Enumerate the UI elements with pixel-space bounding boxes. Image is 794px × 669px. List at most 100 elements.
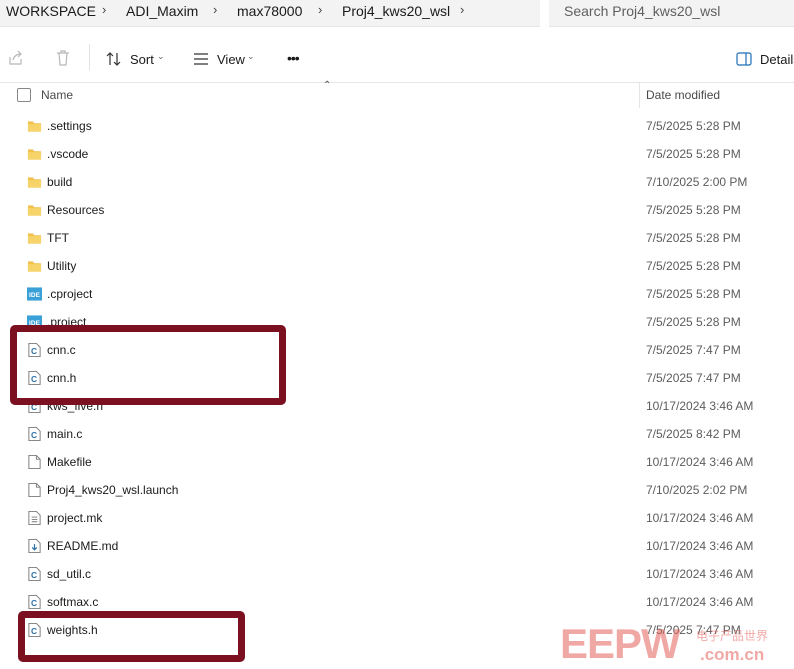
file-row[interactable]: README.md 10/17/2024 3:46 AM bbox=[0, 532, 794, 560]
svg-text:C: C bbox=[31, 402, 37, 412]
file-row[interactable]: build 7/10/2025 2:00 PM bbox=[0, 168, 794, 196]
svg-text:IDE: IDE bbox=[29, 292, 41, 299]
chevron-down-icon[interactable]: ⌄ bbox=[247, 51, 255, 62]
command-bar: Sort ⌄ View ⌄ ••• Details bbox=[0, 34, 794, 83]
details-pane-icon[interactable] bbox=[736, 52, 752, 66]
ide-file-icon: IDE bbox=[27, 315, 42, 329]
share-icon[interactable] bbox=[8, 50, 24, 66]
svg-text:C: C bbox=[31, 374, 37, 384]
column-date-modified[interactable]: Date modified bbox=[646, 88, 720, 102]
file-name[interactable]: .vscode bbox=[47, 147, 88, 161]
file-name[interactable]: Makefile bbox=[47, 455, 92, 469]
chevron-down-icon[interactable]: ⌄ bbox=[157, 51, 165, 62]
file-name[interactable]: cnn.h bbox=[47, 371, 76, 385]
folder-icon bbox=[27, 121, 42, 132]
c-file-icon: C bbox=[28, 426, 41, 442]
toolbar-divider bbox=[89, 44, 90, 70]
text-file-icon bbox=[28, 510, 41, 526]
c-file-icon: C bbox=[28, 342, 41, 358]
file-row[interactable]: TFT 7/5/2025 5:28 PM bbox=[0, 224, 794, 252]
c-file-icon: C bbox=[28, 398, 41, 414]
view-icon[interactable] bbox=[193, 52, 209, 66]
folder-icon bbox=[27, 205, 42, 216]
chevron-right-icon[interactable]: › bbox=[213, 2, 217, 17]
folder-icon bbox=[27, 261, 42, 272]
file-date-modified: 10/17/2024 3:46 AM bbox=[646, 511, 754, 525]
svg-text:C: C bbox=[31, 570, 37, 580]
search-placeholder[interactable]: Search Proj4_kws20_wsl bbox=[564, 3, 720, 19]
view-button[interactable]: View bbox=[217, 52, 245, 67]
file-date-modified: 10/17/2024 3:46 AM bbox=[646, 399, 754, 413]
breadcrumb-workspace[interactable]: WORKSPACE bbox=[6, 3, 96, 19]
breadcrumb-adi-maxim[interactable]: ADI_Maxim bbox=[126, 3, 198, 19]
column-separator[interactable] bbox=[639, 82, 640, 108]
file-name[interactable]: README.md bbox=[47, 539, 118, 553]
file-name[interactable]: .settings bbox=[47, 119, 92, 133]
file-row[interactable]: Ccnn.c 7/5/2025 7:47 PM bbox=[0, 336, 794, 364]
file-name[interactable]: softmax.c bbox=[47, 595, 98, 609]
file-row[interactable]: .settings 7/5/2025 5:28 PM bbox=[0, 112, 794, 140]
file-row[interactable]: Proj4_kws20_wsl.launch 7/10/2025 2:02 PM bbox=[0, 476, 794, 504]
file-name[interactable]: weights.h bbox=[47, 623, 98, 637]
svg-text:C: C bbox=[31, 598, 37, 608]
file-name[interactable]: sd_util.c bbox=[47, 567, 91, 581]
chevron-right-icon[interactable]: › bbox=[102, 2, 106, 17]
file-name[interactable]: main.c bbox=[47, 427, 82, 441]
file-date-modified: 7/5/2025 5:28 PM bbox=[646, 287, 741, 301]
file-name[interactable]: cnn.c bbox=[47, 343, 76, 357]
markdown-file-icon bbox=[28, 538, 41, 554]
file-date-modified: 7/10/2025 2:00 PM bbox=[646, 175, 748, 189]
folder-icon bbox=[27, 177, 42, 188]
file-name[interactable]: .cproject bbox=[47, 287, 92, 301]
file-date-modified: 10/17/2024 3:46 AM bbox=[646, 595, 754, 609]
file-name[interactable]: TFT bbox=[47, 231, 69, 245]
c-file-icon: C bbox=[28, 594, 41, 610]
file-date-modified: 7/5/2025 7:47 PM bbox=[646, 371, 741, 385]
details-button[interactable]: Details bbox=[760, 52, 794, 67]
file-date-modified: 7/5/2025 8:42 PM bbox=[646, 427, 741, 441]
svg-text:.com.cn: .com.cn bbox=[700, 645, 764, 664]
file-row[interactable]: Utility 7/5/2025 5:28 PM bbox=[0, 252, 794, 280]
watermark-logo: EEPW 电子产品世界 .com.cn bbox=[560, 618, 794, 667]
file-row[interactable]: Csd_util.c 10/17/2024 3:46 AM bbox=[0, 560, 794, 588]
file-row[interactable]: project.mk 10/17/2024 3:46 AM bbox=[0, 504, 794, 532]
file-name[interactable]: build bbox=[47, 175, 72, 189]
svg-text:EEPW: EEPW bbox=[560, 620, 681, 664]
chevron-right-icon[interactable]: › bbox=[318, 2, 322, 17]
file-row[interactable]: Makefile 10/17/2024 3:46 AM bbox=[0, 448, 794, 476]
search-box[interactable]: Search Proj4_kws20_wsl bbox=[549, 0, 794, 27]
file-row[interactable]: IDE .cproject 7/5/2025 5:28 PM bbox=[0, 280, 794, 308]
sort-button[interactable]: Sort bbox=[130, 52, 154, 67]
file-name[interactable]: Resources bbox=[47, 203, 104, 217]
chevron-right-icon[interactable]: › bbox=[460, 2, 464, 17]
file-row[interactable]: .vscode 7/5/2025 5:28 PM bbox=[0, 140, 794, 168]
address-bar[interactable]: WORKSPACE › ADI_Maxim › max78000 › Proj4… bbox=[0, 0, 540, 27]
breadcrumb-max78000[interactable]: max78000 bbox=[237, 3, 302, 19]
ide-file-icon: IDE bbox=[27, 287, 42, 301]
file-date-modified: 10/17/2024 3:46 AM bbox=[646, 539, 754, 553]
file-name[interactable]: Utility bbox=[47, 259, 76, 273]
select-all-checkbox[interactable] bbox=[17, 88, 31, 102]
file-row[interactable]: Ccnn.h 7/5/2025 7:47 PM bbox=[0, 364, 794, 392]
file-name[interactable]: project.mk bbox=[47, 511, 102, 525]
trash-icon[interactable] bbox=[55, 50, 71, 66]
file-row[interactable]: IDE .project 7/5/2025 5:28 PM bbox=[0, 308, 794, 336]
file-date-modified: 7/10/2025 2:02 PM bbox=[646, 483, 748, 497]
file-row[interactable]: Ckws_five.h 10/17/2024 3:46 AM bbox=[0, 392, 794, 420]
svg-text:C: C bbox=[31, 346, 37, 356]
file-row[interactable]: Csoftmax.c 10/17/2024 3:46 AM bbox=[0, 588, 794, 616]
column-header: Name ⌃ Date modified bbox=[0, 80, 794, 108]
file-name[interactable]: kws_five.h bbox=[47, 399, 103, 413]
breadcrumb-proj4[interactable]: Proj4_kws20_wsl bbox=[342, 3, 450, 19]
file-name[interactable]: Proj4_kws20_wsl.launch bbox=[47, 483, 178, 497]
more-options-button[interactable]: ••• bbox=[287, 50, 300, 66]
svg-text:C: C bbox=[31, 430, 37, 440]
file-row[interactable]: Resources 7/5/2025 5:28 PM bbox=[0, 196, 794, 224]
file-row[interactable]: Cmain.c 7/5/2025 8:42 PM bbox=[0, 420, 794, 448]
column-name[interactable]: Name bbox=[41, 88, 73, 102]
file-name[interactable]: .project bbox=[47, 315, 86, 329]
file-date-modified: 10/17/2024 3:46 AM bbox=[646, 455, 754, 469]
file-icon bbox=[28, 482, 41, 498]
sort-icon[interactable] bbox=[106, 51, 122, 67]
file-date-modified: 7/5/2025 5:28 PM bbox=[646, 203, 741, 217]
